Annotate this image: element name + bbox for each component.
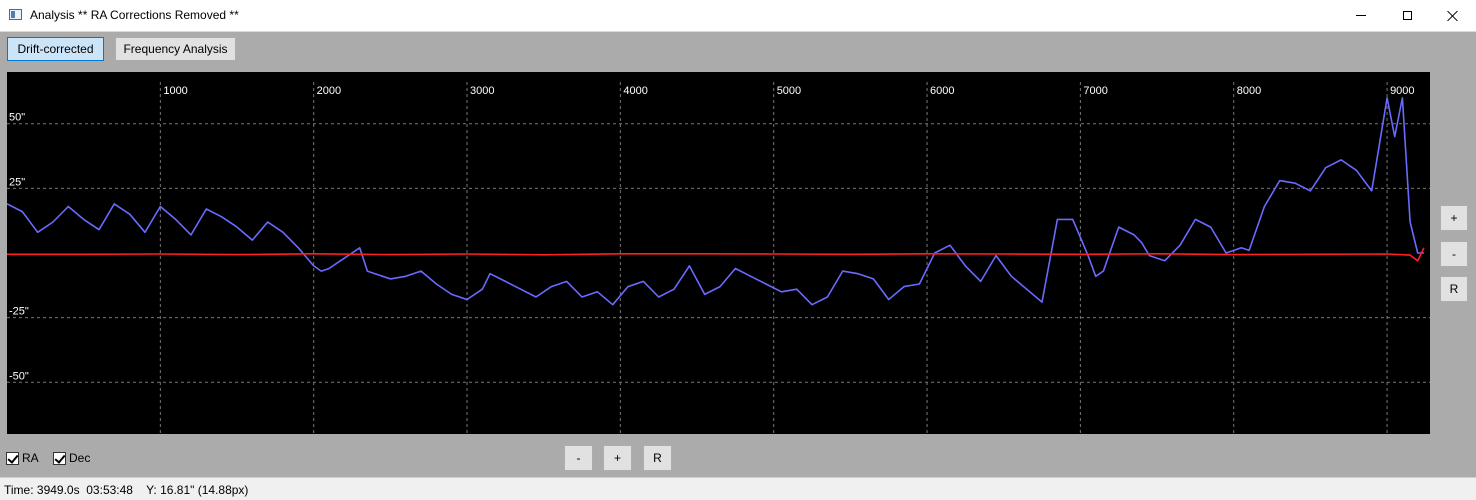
status-text: Time: 3949.0s 03:53:48 Y: 16.81" (14.88p… [4,483,249,497]
dec-checkbox-label: Dec [69,451,91,465]
drift-corrected-button[interactable]: Drift-corrected [7,37,104,61]
y-tick-label: -50" [9,370,29,382]
dec-checkbox-box[interactable] [53,451,66,465]
graph-svg: 1000 2000 3000 4000 5000 6000 7000 8000 9000 50" 2… [7,82,1430,434]
ra-series-line [7,97,1424,306]
dec-series-line [7,247,1425,262]
y-tick-label: 50" [9,112,25,124]
close-icon [1447,10,1459,22]
status-bar: Time: 3949.0s 03:53:48 Y: 16.81" (14.88p… [0,477,1476,500]
y-zoom-in-button[interactable]: + [1440,205,1468,231]
dec-checkbox[interactable]: Dec [53,451,90,465]
x-tick-label: 9000 [1390,85,1414,97]
x-tick-label: 7000 [1083,85,1107,97]
ra-checkbox-label: RA [22,451,39,465]
y-reset-button[interactable]: R [1440,276,1468,302]
x-tick-label: 3000 [470,85,494,97]
y-tick-label: 25" [9,176,25,188]
x-zoom-out-button[interactable]: - [564,445,593,471]
x-reset-button[interactable]: R [643,445,672,471]
x-tick-label: 2000 [317,85,341,97]
x-tick-label: 6000 [930,85,954,97]
title-bar: Analysis ** RA Corrections Removed ** [0,0,1476,32]
window-title: Analysis ** RA Corrections Removed ** [30,8,239,22]
frequency-analysis-button[interactable]: Frequency Analysis [115,37,236,61]
y-zoom-out-button[interactable]: - [1440,241,1468,267]
x-tick-label: 1000 [163,85,187,97]
minimize-icon [1356,15,1366,16]
graph-plot-area[interactable]: 1000 2000 3000 4000 5000 6000 7000 8000 9000 50" 2… [7,72,1430,434]
ra-checkbox-box[interactable] [6,451,19,465]
app-window-icon [9,9,22,20]
maximize-button[interactable] [1384,0,1430,31]
x-zoom-in-button[interactable]: + [603,445,632,471]
minimize-button[interactable] [1338,0,1384,31]
y-tick-label: -25" [9,306,29,318]
x-tick-label: 8000 [1237,85,1261,97]
maximize-icon [1402,11,1412,20]
ra-checkbox[interactable]: RA [6,451,39,465]
close-button[interactable] [1430,0,1476,31]
x-tick-label: 5000 [777,85,801,97]
x-tick-label: 4000 [623,85,647,97]
